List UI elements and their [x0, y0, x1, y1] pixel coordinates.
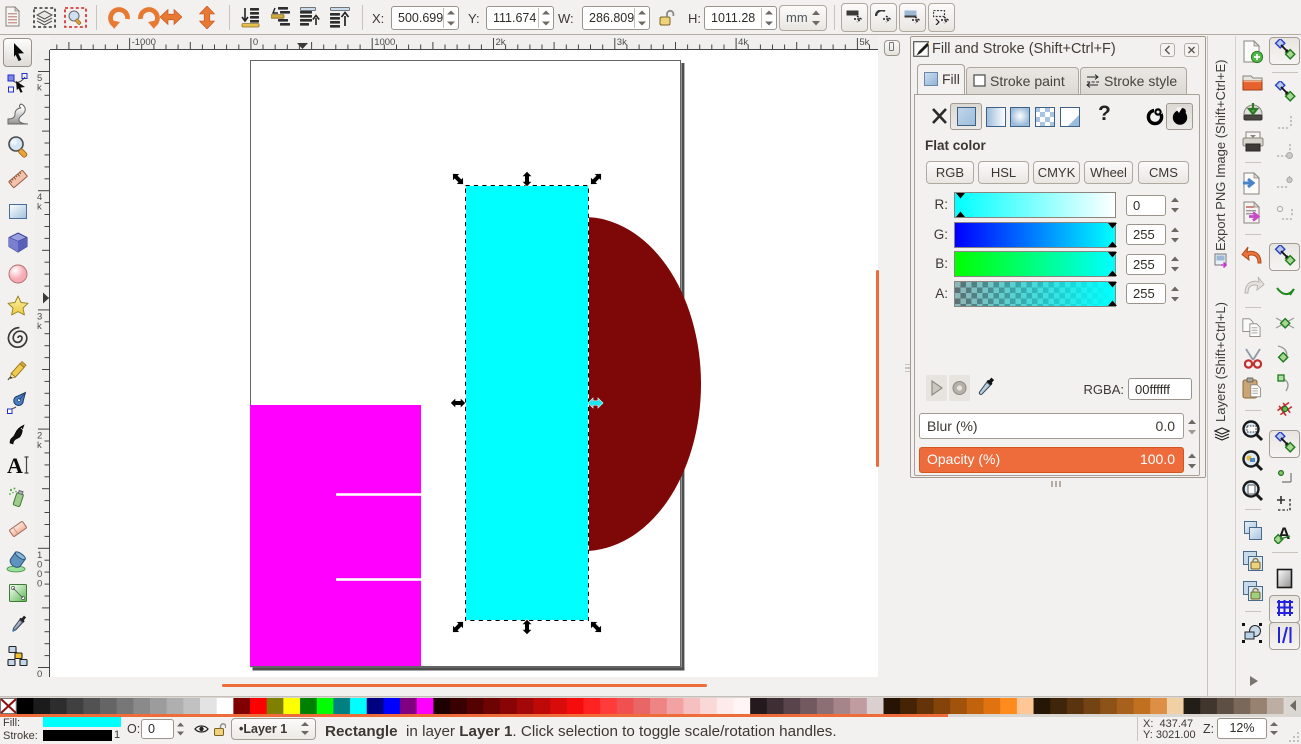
svg-text:3k: 3k [617, 37, 627, 48]
svg-text:k: k [37, 440, 42, 451]
svg-text:5k: 5k [859, 37, 869, 48]
svg-text:k: k [37, 202, 42, 213]
svg-text:4k: 4k [738, 37, 748, 48]
svg-text:k: k [37, 321, 42, 332]
svg-text:0: 0 [253, 37, 258, 48]
svg-text:k: k [37, 83, 42, 94]
svg-text:-1000: -1000 [132, 37, 156, 48]
svg-text:0: 0 [37, 669, 42, 677]
svg-text:0: 0 [37, 578, 42, 589]
svg-text:A: A [7, 453, 23, 477]
svg-text:2k: 2k [496, 37, 506, 48]
